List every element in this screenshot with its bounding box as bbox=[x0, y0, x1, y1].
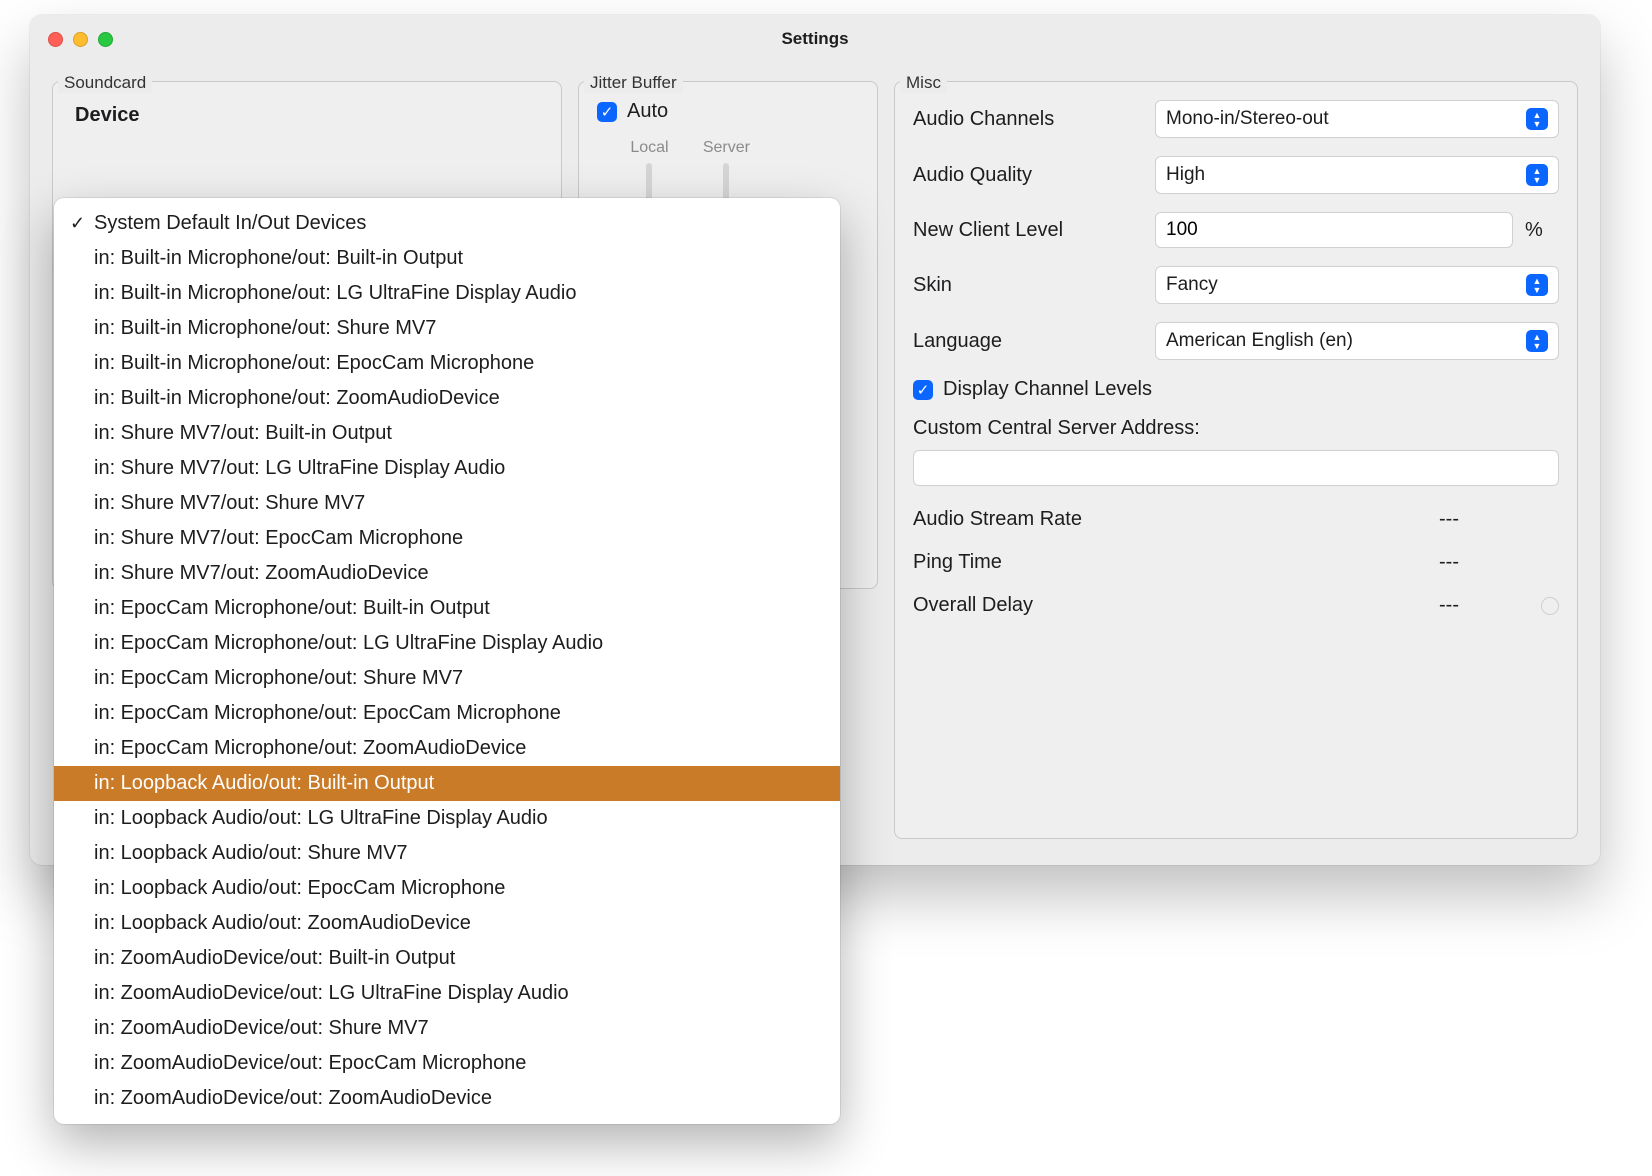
device-option[interactable]: in: Built-in Microphone/out: Shure MV7 bbox=[54, 311, 840, 346]
delay-status-indicator bbox=[1541, 597, 1559, 615]
device-option[interactable]: in: Loopback Audio/out: LG UltraFine Dis… bbox=[54, 801, 840, 836]
audio-stream-rate-label: Audio Stream Rate bbox=[913, 508, 1439, 531]
device-option-label: in: Loopback Audio/out: ZoomAudioDevice bbox=[94, 912, 824, 935]
device-option-label: in: ZoomAudioDevice/out: ZoomAudioDevice bbox=[94, 1087, 824, 1110]
chevron-updown-icon: ▲▼ bbox=[1526, 274, 1548, 296]
device-option-label: in: EpocCam Microphone/out: Shure MV7 bbox=[94, 667, 824, 690]
auto-checkbox[interactable]: ✓ bbox=[597, 102, 617, 122]
device-option[interactable]: in: Loopback Audio/out: Shure MV7 bbox=[54, 836, 840, 871]
device-option-label: in: ZoomAudioDevice/out: LG UltraFine Di… bbox=[94, 982, 824, 1005]
skin-label: Skin bbox=[913, 274, 1143, 297]
misc-group: Misc Audio Channels Mono-in/Stereo-out ▲… bbox=[894, 63, 1578, 841]
device-option-label: in: EpocCam Microphone/out: LG UltraFine… bbox=[94, 632, 824, 655]
device-option[interactable]: in: Shure MV7/out: ZoomAudioDevice bbox=[54, 556, 840, 591]
check-icon: ✓ bbox=[70, 213, 94, 234]
skin-select[interactable]: Fancy ▲▼ bbox=[1155, 266, 1559, 304]
skin-value: Fancy bbox=[1166, 274, 1218, 296]
audio-channels-label: Audio Channels bbox=[913, 108, 1143, 131]
device-option[interactable]: in: EpocCam Microphone/out: Built-in Out… bbox=[54, 591, 840, 626]
percent-suffix: % bbox=[1525, 219, 1559, 242]
titlebar: Settings bbox=[30, 15, 1600, 63]
device-option-label: in: Built-in Microphone/out: EpocCam Mic… bbox=[94, 352, 824, 375]
device-option-label: in: Shure MV7/out: Shure MV7 bbox=[94, 492, 824, 515]
device-option-label: in: Shure MV7/out: LG UltraFine Display … bbox=[94, 457, 824, 480]
device-option[interactable]: in: Built-in Microphone/out: EpocCam Mic… bbox=[54, 346, 840, 381]
custom-server-label: Custom Central Server Address: bbox=[913, 417, 1559, 440]
device-option-label: in: Shure MV7/out: EpocCam Microphone bbox=[94, 527, 824, 550]
device-option-label: in: Built-in Microphone/out: Built-in Ou… bbox=[94, 247, 824, 270]
device-option[interactable]: in: ZoomAudioDevice/out: Shure MV7 bbox=[54, 1011, 840, 1046]
language-select[interactable]: American English (en) ▲▼ bbox=[1155, 322, 1559, 360]
chevron-updown-icon: ▲▼ bbox=[1526, 164, 1548, 186]
device-option[interactable]: ✓System Default In/Out Devices bbox=[54, 206, 840, 241]
device-option[interactable]: in: Built-in Microphone/out: Built-in Ou… bbox=[54, 241, 840, 276]
display-channel-levels-label: Display Channel Levels bbox=[943, 378, 1152, 401]
device-option-label: in: EpocCam Microphone/out: EpocCam Micr… bbox=[94, 702, 824, 725]
audio-quality-select[interactable]: High ▲▼ bbox=[1155, 156, 1559, 194]
device-option-label: in: Loopback Audio/out: Built-in Output bbox=[94, 772, 824, 795]
overall-delay-value: --- bbox=[1439, 594, 1529, 617]
language-label: Language bbox=[913, 330, 1143, 353]
device-option[interactable]: in: Loopback Audio/out: EpocCam Micropho… bbox=[54, 871, 840, 906]
device-option-label: in: Built-in Microphone/out: ZoomAudioDe… bbox=[94, 387, 824, 410]
device-option[interactable]: in: Shure MV7/out: LG UltraFine Display … bbox=[54, 451, 840, 486]
device-option-label: in: Built-in Microphone/out: LG UltraFin… bbox=[94, 282, 824, 305]
device-option-label: in: Shure MV7/out: ZoomAudioDevice bbox=[94, 562, 824, 585]
device-option-label: in: Loopback Audio/out: EpocCam Micropho… bbox=[94, 877, 824, 900]
device-option-label: in: Built-in Microphone/out: Shure MV7 bbox=[94, 317, 824, 340]
device-option[interactable]: in: EpocCam Microphone/out: ZoomAudioDev… bbox=[54, 731, 840, 766]
device-option-label: in: EpocCam Microphone/out: Built-in Out… bbox=[94, 597, 824, 620]
auto-label: Auto bbox=[627, 100, 668, 123]
device-option[interactable]: in: EpocCam Microphone/out: LG UltraFine… bbox=[54, 626, 840, 661]
device-option-label: in: ZoomAudioDevice/out: Built-in Output bbox=[94, 947, 824, 970]
audio-channels-select[interactable]: Mono-in/Stereo-out ▲▼ bbox=[1155, 100, 1559, 138]
device-option[interactable]: in: Loopback Audio/out: ZoomAudioDevice bbox=[54, 906, 840, 941]
display-channel-levels-checkbox[interactable]: ✓ bbox=[913, 380, 933, 400]
language-value: American English (en) bbox=[1166, 330, 1353, 352]
device-option[interactable]: in: Shure MV7/out: Shure MV7 bbox=[54, 486, 840, 521]
device-option[interactable]: in: EpocCam Microphone/out: Shure MV7 bbox=[54, 661, 840, 696]
ping-time-label: Ping Time bbox=[913, 551, 1439, 574]
device-option[interactable]: in: ZoomAudioDevice/out: ZoomAudioDevice bbox=[54, 1081, 840, 1116]
chevron-updown-icon: ▲▼ bbox=[1526, 108, 1548, 130]
jitter-group-title: Jitter Buffer bbox=[584, 73, 683, 93]
device-option[interactable]: in: EpocCam Microphone/out: EpocCam Micr… bbox=[54, 696, 840, 731]
device-option[interactable]: in: Shure MV7/out: Built-in Output bbox=[54, 416, 840, 451]
device-option-label: System Default In/Out Devices bbox=[94, 212, 824, 235]
audio-quality-label: Audio Quality bbox=[913, 164, 1143, 187]
local-fader-label: Local bbox=[630, 139, 668, 157]
device-option-label: in: ZoomAudioDevice/out: EpocCam Microph… bbox=[94, 1052, 824, 1075]
device-option[interactable]: in: ZoomAudioDevice/out: EpocCam Microph… bbox=[54, 1046, 840, 1081]
device-option[interactable]: in: ZoomAudioDevice/out: LG UltraFine Di… bbox=[54, 976, 840, 1011]
misc-group-title: Misc bbox=[900, 73, 947, 93]
custom-server-input[interactable] bbox=[913, 450, 1559, 486]
device-label: Device bbox=[75, 104, 140, 126]
device-option[interactable]: in: ZoomAudioDevice/out: Built-in Output bbox=[54, 941, 840, 976]
chevron-updown-icon: ▲▼ bbox=[1526, 330, 1548, 352]
overall-delay-label: Overall Delay bbox=[913, 594, 1439, 617]
device-dropdown-menu[interactable]: ✓System Default In/Out Devices in: Built-… bbox=[54, 198, 840, 1124]
soundcard-group-title: Soundcard bbox=[58, 73, 152, 93]
new-client-level-label: New Client Level bbox=[913, 219, 1143, 242]
audio-quality-value: High bbox=[1166, 164, 1205, 186]
device-option-label: in: Loopback Audio/out: LG UltraFine Dis… bbox=[94, 807, 824, 830]
device-option[interactable]: in: Loopback Audio/out: Built-in Output bbox=[54, 766, 840, 801]
server-fader-label: Server bbox=[703, 139, 750, 157]
new-client-level-input[interactable] bbox=[1155, 212, 1513, 248]
device-option[interactable]: in: Built-in Microphone/out: LG UltraFin… bbox=[54, 276, 840, 311]
device-option-label: in: Shure MV7/out: Built-in Output bbox=[94, 422, 824, 445]
device-option[interactable]: in: Built-in Microphone/out: ZoomAudioDe… bbox=[54, 381, 840, 416]
audio-stream-rate-value: --- bbox=[1439, 508, 1529, 531]
device-option-label: in: ZoomAudioDevice/out: Shure MV7 bbox=[94, 1017, 824, 1040]
audio-channels-value: Mono-in/Stereo-out bbox=[1166, 108, 1329, 130]
device-option-label: in: EpocCam Microphone/out: ZoomAudioDev… bbox=[94, 737, 824, 760]
device-option-label: in: Loopback Audio/out: Shure MV7 bbox=[94, 842, 824, 865]
ping-time-value: --- bbox=[1439, 551, 1529, 574]
device-option[interactable]: in: Shure MV7/out: EpocCam Microphone bbox=[54, 521, 840, 556]
window-title: Settings bbox=[30, 29, 1600, 49]
